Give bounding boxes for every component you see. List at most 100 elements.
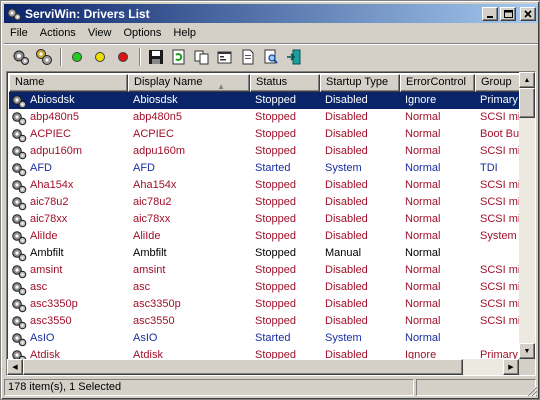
cell-error-control: Normal — [405, 230, 441, 242]
status-item-count: 178 item(s), 1 Selected — [4, 379, 414, 396]
vertical-scrollbar[interactable]: ▲ ▼ — [519, 72, 535, 359]
menu-help[interactable]: Help — [167, 27, 202, 39]
menu-actions[interactable]: Actions — [34, 27, 82, 39]
cell-startup-type: System — [325, 162, 362, 174]
exit-icon[interactable] — [283, 46, 305, 68]
table-row[interactable]: Ambfilt Ambfilt Stopped Manual Normal — [9, 245, 521, 262]
column-header-startup-type[interactable]: Startup Type — [320, 74, 400, 92]
cell-display-name: asc3350p — [133, 298, 181, 310]
sort-ascending-icon: ▲ — [217, 82, 225, 91]
vertical-scroll-thumb[interactable] — [519, 88, 535, 118]
cell-startup-type: System — [325, 332, 362, 344]
driver-gears-icon — [12, 128, 27, 142]
scroll-up-button[interactable]: ▲ — [519, 72, 535, 88]
table-row[interactable]: aic78xx aic78xx Stopped Disabled Normal SCSI … — [9, 211, 521, 228]
cell-name: Aha154x — [9, 177, 128, 194]
menu-file[interactable]: File — [4, 27, 34, 39]
cell-name: asc — [9, 279, 128, 296]
scroll-left-button[interactable]: ◀ — [7, 359, 23, 375]
driver-gears-icon — [12, 281, 27, 295]
column-header-status[interactable]: Status — [250, 74, 320, 92]
cell-error-control: Normal — [405, 264, 441, 276]
driver-gears-icon — [12, 298, 27, 312]
menu-view[interactable]: View — [82, 27, 118, 39]
toolbar-separator — [60, 47, 62, 66]
cell-group: SCSI min — [480, 179, 521, 191]
table-row[interactable]: AFD AFD Started System Normal TDI — [9, 160, 521, 177]
driver-name: Aha154x — [30, 179, 74, 191]
title-bar[interactable]: ServiWin: Drivers List — [4, 4, 538, 23]
cell-status: Stopped — [255, 247, 296, 259]
driver-name: asc3350p — [30, 298, 78, 310]
cell-group — [475, 245, 521, 262]
minimize-button[interactable] — [482, 6, 498, 21]
table-row[interactable]: asc asc Stopped Disabled Normal SCSI min — [9, 279, 521, 296]
table-row[interactable]: amsint amsint Stopped Disabled Normal SCSI mi… — [9, 262, 521, 279]
column-header-display-name-label: Display Name — [134, 76, 203, 88]
toolbar-separator — [139, 47, 141, 66]
driver-name: Atdisk — [30, 349, 60, 359]
cell-display-name: aic78xx — [133, 213, 171, 225]
table-row[interactable]: abp480n5 abp480n5 Stopped Disabled Normal SCS… — [9, 109, 521, 126]
cell-display-name: ACPIEC — [133, 128, 174, 140]
cell-error-control: Normal — [405, 281, 441, 293]
report-icon[interactable] — [237, 46, 259, 68]
table-row[interactable]: AliIde AliIde Stopped Disabled Normal System … — [9, 228, 521, 245]
scroll-down-button[interactable]: ▼ — [519, 343, 535, 359]
column-header-group[interactable]: Group — [475, 74, 521, 92]
cell-startup-type: Disabled — [325, 349, 368, 359]
table-row[interactable]: Abiosdsk Abiosdsk Stopped Disabled Ignore Pri… — [9, 92, 521, 109]
cell-startup-type: Disabled — [320, 92, 400, 109]
cell-startup-type: Disabled — [325, 179, 368, 191]
close-button[interactable] — [520, 6, 536, 21]
cell-status: Stopped — [255, 128, 296, 140]
cell-error-control: Normal — [405, 128, 441, 140]
list-rows: Abiosdsk Abiosdsk Stopped Disabled Ignore Pri… — [9, 92, 521, 359]
table-row[interactable]: AsIO AsIO Started System Normal — [9, 330, 521, 347]
horizontal-scroll-thumb[interactable] — [23, 359, 463, 375]
cell-startup-type: Disabled — [325, 315, 368, 327]
services-icon[interactable] — [33, 46, 55, 68]
column-header-display-name[interactable]: Display Name ▲ — [128, 74, 250, 92]
cell-name: AsIO — [9, 330, 128, 347]
gears-icon — [6, 6, 22, 22]
cell-status: Stopped — [255, 298, 296, 310]
table-row[interactable]: Atdisk Atdisk Stopped Disabled Ignore Primary… — [9, 347, 521, 359]
cell-group: SCSI min — [480, 196, 521, 208]
cell-startup-type: Disabled — [325, 264, 368, 276]
cell-status: Stopped — [255, 179, 296, 191]
refresh-icon[interactable] — [168, 46, 190, 68]
maximize-button[interactable] — [500, 6, 516, 21]
cell-status: Stopped — [255, 264, 296, 276]
properties-icon[interactable] — [214, 46, 236, 68]
drivers-list[interactable]: Name Display Name ▲ Status Startup Type … — [6, 71, 536, 376]
scroll-right-button[interactable]: ▶ — [503, 359, 519, 375]
driver-name: ACPIEC — [30, 128, 71, 140]
table-row[interactable]: Aha154x Aha154x Stopped Disabled Normal SCSI … — [9, 177, 521, 194]
table-row[interactable]: asc3350p asc3350p Stopped Disabled Normal SCS… — [9, 296, 521, 313]
table-row[interactable]: ACPIEC ACPIEC Stopped Disabled Normal Boot Bu… — [9, 126, 521, 143]
table-row[interactable]: adpu160m adpu160m Stopped Disabled Normal SCS… — [9, 143, 521, 160]
cell-status: Stopped — [255, 230, 296, 242]
start-green-icon[interactable] — [66, 46, 88, 68]
resize-grip-icon[interactable] — [524, 383, 538, 397]
column-header-name[interactable]: Name — [9, 74, 128, 92]
cell-name: amsint — [9, 262, 128, 279]
cell-startup-type: Disabled — [325, 298, 368, 310]
table-row[interactable]: asc3550 asc3550 Stopped Disabled Normal SCSI … — [9, 313, 521, 330]
save-icon[interactable] — [145, 46, 167, 68]
table-row[interactable]: aic78u2 aic78u2 Stopped Disabled Normal SCSI … — [9, 194, 521, 211]
cell-status: Stopped — [255, 315, 296, 327]
find-icon[interactable] — [260, 46, 282, 68]
stop-red-icon[interactable] — [112, 46, 134, 68]
pause-yellow-icon[interactable] — [89, 46, 111, 68]
drivers-icon[interactable] — [10, 46, 32, 68]
horizontal-scrollbar[interactable]: ◀ ▶ — [7, 359, 519, 375]
driver-gears-icon — [12, 332, 27, 346]
cell-display-name: amsint — [133, 264, 166, 276]
copy-icon[interactable] — [191, 46, 213, 68]
cell-name: Abiosdsk — [9, 92, 128, 109]
column-header-error-control[interactable]: ErrorControl — [400, 74, 475, 92]
menu-options[interactable]: Options — [117, 27, 167, 39]
cell-startup-type: Disabled — [325, 111, 368, 123]
